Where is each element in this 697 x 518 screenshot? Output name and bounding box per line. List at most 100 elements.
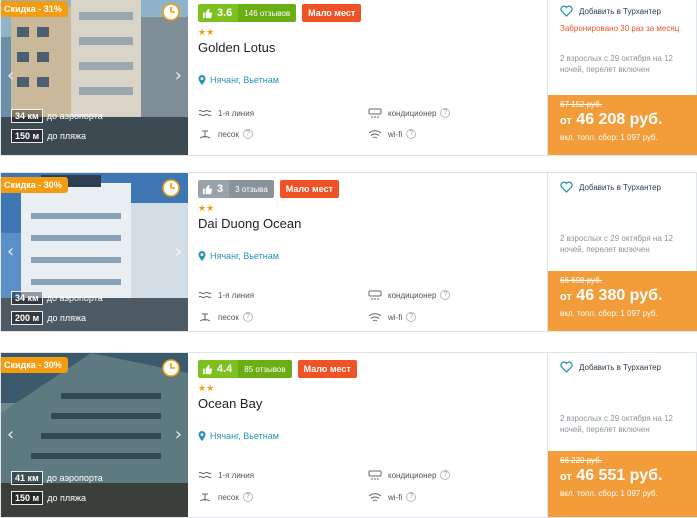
feature-label: песок	[218, 129, 239, 139]
hotel-name[interactable]: Dai Duong Ocean	[198, 216, 301, 231]
thumbs-up-icon	[202, 364, 213, 374]
next-photo-arrow-icon[interactable]: ›	[175, 243, 182, 261]
feature-label: кондиционер	[388, 108, 437, 118]
clock-icon[interactable]	[162, 3, 180, 21]
beach-distance-value: 200 м	[11, 311, 44, 325]
price-value: 46 551 руб.	[576, 467, 663, 484]
location-pin-icon	[198, 251, 206, 261]
tour-info: 2 взрослых с 29 октября на 12 ночей, пер…	[560, 234, 673, 254]
help-icon[interactable]: ?	[242, 312, 253, 322]
rating-badge[interactable]: 3 3 отзыва	[198, 180, 274, 198]
wifi-icon	[368, 130, 382, 139]
add-to-favorites-button[interactable]: Добавить в Турхантер	[560, 181, 661, 193]
current-price: от 46 208 руб.	[560, 111, 662, 129]
hotel-location[interactable]: Нячанг, Вьетнам	[198, 251, 279, 261]
discount-badge: Скидка - 30%	[1, 177, 68, 193]
hotel-info: 3 3 отзыва Мало мест ★★ Dai Duong Ocean …	[198, 173, 543, 331]
hotel-photo[interactable]: Скидка - 30% ‹ › 41 км до аэропорта 150 м…	[1, 353, 188, 517]
feature-ac: кондиционер?	[368, 289, 451, 301]
airport-distance: 34 км до аэропорта	[11, 109, 103, 123]
price-panel: Добавить в Турхантер 2 взрослых с 29 окт…	[547, 353, 697, 517]
hotel-name[interactable]: Ocean Bay	[198, 396, 262, 411]
old-price: 66 220 руб.	[560, 456, 602, 465]
help-icon[interactable]: ?	[406, 492, 417, 502]
price-prefix: от	[560, 471, 572, 483]
price-value: 46 380 руб.	[576, 287, 663, 304]
help-icon[interactable]: ?	[406, 312, 417, 322]
help-icon[interactable]: ?	[242, 492, 253, 502]
hotel-photo-image	[1, 173, 188, 331]
heart-icon	[560, 181, 573, 193]
prev-photo-arrow-icon[interactable]: ‹	[7, 67, 14, 85]
add-to-favorites-button[interactable]: Добавить в Турхантер	[560, 5, 661, 17]
feature-ac: кондиционер?	[368, 107, 451, 119]
feature-sand: песок?	[198, 311, 253, 323]
current-price: от 46 551 руб.	[560, 467, 662, 485]
favorite-label: Добавить в Турхантер	[579, 6, 662, 16]
hotel-location[interactable]: Нячанг, Вьетнам	[198, 75, 279, 85]
feature-wifi: wi-fi?	[368, 491, 417, 503]
reviews-count: 146 отзывов	[238, 4, 297, 22]
price-box[interactable]: 66 698 руб. от 46 380 руб. вкл. топл. сб…	[548, 271, 697, 331]
help-icon[interactable]: ?	[440, 290, 451, 300]
feature-label: песок	[218, 492, 239, 502]
help-icon[interactable]: ?	[406, 129, 417, 139]
hotel-stars: ★★	[198, 28, 215, 38]
beach-distance-value: 150 м	[11, 129, 44, 143]
feature-label: песок	[218, 312, 239, 322]
wifi-icon	[368, 493, 382, 502]
clock-icon[interactable]	[162, 179, 180, 197]
thumbs-up-icon	[202, 184, 213, 194]
help-icon[interactable]: ?	[440, 108, 451, 118]
feature-label: wi-fi	[388, 312, 403, 322]
hotel-stars: ★★	[198, 204, 215, 214]
location-text: Нячанг, Вьетнам	[210, 251, 279, 261]
hotel-location[interactable]: Нячанг, Вьетнам	[198, 431, 279, 441]
airport-distance-value: 34 км	[11, 291, 43, 305]
feature-label: 1-я линия	[218, 108, 255, 118]
air-conditioner-icon	[368, 108, 382, 118]
add-to-favorites-button[interactable]: Добавить в Турхантер	[560, 361, 661, 373]
feature-first-line: 1-я линия	[198, 107, 254, 119]
fuel-fee: вкл. топл. сбор: 1 097 руб.	[560, 133, 658, 142]
hotel-photo[interactable]: Скидка - 31% ‹ › 34 км до аэропорта 150 м…	[1, 0, 188, 155]
reviews-count: 85 отзывов	[238, 360, 292, 378]
hotel-card[interactable]: Скидка - 31% ‹ › 34 км до аэропорта 150 м…	[0, 0, 697, 156]
few-places-badge: Мало мест	[302, 4, 362, 22]
prev-photo-arrow-icon[interactable]: ‹	[7, 243, 14, 261]
rating-badge[interactable]: 4.4 85 отзывов	[198, 360, 292, 378]
airport-distance: 41 км до аэропорта	[11, 471, 103, 485]
airport-distance: 34 км до аэропорта	[11, 291, 103, 305]
hotel-card[interactable]: Скидка - 30% ‹ › 34 км до аэропорта 200 м…	[0, 172, 697, 332]
hotel-name[interactable]: Golden Lotus	[198, 40, 275, 55]
location-pin-icon	[198, 75, 206, 85]
tour-info: 2 взрослых с 29 октября на 12 ночей, пер…	[560, 414, 673, 434]
next-photo-arrow-icon[interactable]: ›	[175, 426, 182, 444]
favorite-label: Добавить в Турхантер	[579, 362, 662, 372]
airport-distance-value: 41 км	[11, 471, 43, 485]
price-panel: Добавить в Турхантер Забронировано 30 ра…	[547, 0, 697, 155]
next-photo-arrow-icon[interactable]: ›	[175, 67, 182, 85]
thumbs-up-icon	[202, 8, 213, 18]
wave-icon	[198, 291, 212, 299]
help-icon[interactable]: ?	[242, 129, 253, 139]
beach-distance: 200 м до пляжа	[11, 311, 86, 325]
beach-distance-label: до пляжа	[47, 313, 86, 323]
location-text: Нячанг, Вьетнам	[210, 75, 279, 85]
air-conditioner-icon	[368, 470, 382, 480]
clock-icon[interactable]	[162, 359, 180, 377]
price-box[interactable]: 66 220 руб. от 46 551 руб. вкл. топл. сб…	[548, 451, 697, 517]
hotel-photo[interactable]: Скидка - 30% ‹ › 34 км до аэропорта 200 м…	[1, 173, 188, 331]
current-price: от 46 380 руб.	[560, 287, 662, 305]
help-icon[interactable]: ?	[440, 470, 451, 480]
hotel-card[interactable]: Скидка - 30% ‹ › 41 км до аэропорта 150 м…	[0, 352, 697, 518]
price-prefix: от	[560, 115, 572, 127]
prev-photo-arrow-icon[interactable]: ‹	[7, 426, 14, 444]
rating-badge[interactable]: 3.6 146 отзывов	[198, 4, 297, 22]
feature-label: кондиционер	[388, 470, 437, 480]
beach-distance-value: 150 м	[11, 491, 44, 505]
feature-label: wi-fi	[388, 492, 403, 502]
price-box[interactable]: 67 152 руб. от 46 208 руб. вкл. топл. сб…	[548, 95, 697, 155]
price-value: 46 208 руб.	[576, 111, 663, 128]
feature-label: кондиционер	[388, 290, 437, 300]
